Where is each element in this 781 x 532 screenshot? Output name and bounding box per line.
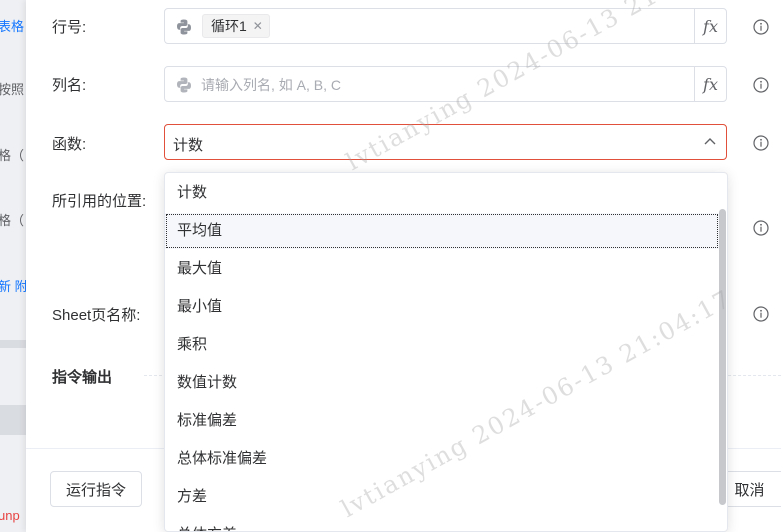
column-label: 列名: xyxy=(52,77,87,94)
dropdown-option[interactable]: 计数 xyxy=(165,175,719,211)
row-label: 行号: xyxy=(52,19,87,36)
dropdown-option[interactable]: 最小值 xyxy=(165,289,719,325)
fx-icon[interactable]: fx xyxy=(694,67,726,101)
dropdown-option[interactable]: 乘积 xyxy=(165,327,719,363)
info-icon[interactable] xyxy=(753,220,769,236)
info-icon[interactable] xyxy=(753,135,769,151)
dropdown-option[interactable]: 总体标准偏差 xyxy=(165,441,719,477)
row-field[interactable]: 循环1 ✕ fx xyxy=(164,8,727,44)
info-icon[interactable] xyxy=(753,306,769,322)
dropdown-option[interactable]: 总体方差 xyxy=(165,517,719,531)
python-icon xyxy=(177,19,191,35)
info-icon[interactable] xyxy=(753,77,769,93)
column-input-placeholder: 请输入列名, 如 A, B, C xyxy=(201,77,342,93)
close-icon[interactable]: ✕ xyxy=(253,19,263,33)
info-icon[interactable] xyxy=(753,19,769,35)
dropdown-scrollbar[interactable] xyxy=(719,209,726,505)
bg-fragment-2: 按照 xyxy=(0,82,25,97)
bg-block xyxy=(0,405,26,435)
run-instruction-button[interactable]: 运行指令 xyxy=(50,471,142,507)
bg-fragment-5: 新 附 xyxy=(0,279,26,294)
bg-fragment-3: 格（ xyxy=(0,148,25,163)
function-label: 函数: xyxy=(52,136,87,153)
dropdown-option-highlighted[interactable]: 平均值 xyxy=(165,213,719,249)
dropdown-option[interactable]: 标准偏差 xyxy=(165,403,719,439)
reference-label: 所引用的位置: xyxy=(52,193,147,210)
row-tag-label: 循环1 xyxy=(211,18,247,34)
fx-icon[interactable]: fx xyxy=(694,9,726,43)
dropdown-option[interactable]: 数值计数 xyxy=(165,365,719,401)
bg-fragment-6: unp xyxy=(0,508,20,523)
chevron-up-icon[interactable] xyxy=(704,137,716,145)
bg-fragment-4: 格（ xyxy=(0,213,25,228)
bg-fragment-1: 表格 xyxy=(0,19,25,34)
function-select[interactable]: 计数 xyxy=(164,124,727,160)
dropdown-option[interactable]: 最大值 xyxy=(165,251,719,287)
python-icon xyxy=(177,77,191,93)
function-select-value: 计数 xyxy=(173,137,204,154)
fx-label: fx xyxy=(703,74,718,94)
column-field[interactable]: 请输入列名, 如 A, B, C fx xyxy=(164,66,727,102)
background-page-strip: 表格 按照 格（ 格（ 新 附 unp xyxy=(0,0,26,532)
dropdown-option[interactable]: 方差 xyxy=(165,479,719,515)
sheet-label: Sheet页名称: xyxy=(52,307,141,324)
bg-divider xyxy=(0,340,26,348)
function-dropdown: 计数 平均值 最大值 最小值 乘积 数值计数 标准偏差 总体标准偏差 方差 总体… xyxy=(164,172,728,532)
fx-label: fx xyxy=(703,16,718,36)
output-section-title: 指令输出 xyxy=(52,369,113,386)
row-variable-tag: 循环1 ✕ xyxy=(202,14,270,38)
